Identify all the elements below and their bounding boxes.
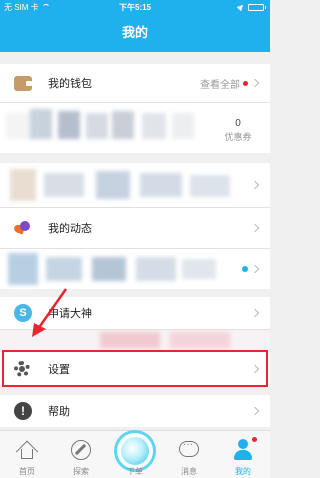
order-icon [117,433,153,469]
location-icon [236,2,246,12]
help-icon: ! [14,402,32,420]
chevron-right-icon [250,78,260,88]
blurred-region [10,169,36,201]
dynamics-icon [12,221,30,235]
notification-dot [252,437,257,442]
tab-label: 下单 [127,467,143,476]
help-row[interactable]: ! 帮助 [0,395,270,427]
battery-icon [248,3,266,11]
blurred-menu-row[interactable] [0,163,270,207]
coupon-label: 优惠券 [224,132,252,142]
wifi-icon [41,4,50,10]
carrier-text: 无 SIM 卡 [4,2,39,12]
blurred-region [190,175,230,197]
blurred-region [136,257,176,281]
page-title: 我的 [0,14,270,52]
tab-home[interactable]: 首页 [0,431,54,478]
blurred-menu-row[interactable] [0,249,270,289]
blurred-region [96,171,130,199]
chevron-right-icon [250,223,260,233]
blurred-region [172,113,194,139]
my-dynamics-label: 我的动态 [48,223,92,235]
blurred-region [86,113,108,139]
tab-bar: 首页 探索 下单 消息 我的 [0,430,270,478]
wallet-row[interactable]: 我的钱包 查看全部 [0,64,270,102]
tab-label: 首页 [19,467,35,476]
tab-label: 我的 [235,467,251,476]
profile-page: 无 SIM 卡 下午5:15 我的 我的钱包 查看全部 0 优惠券 我的动态 S… [0,0,270,478]
notification-dot [243,80,248,86]
status-time: 下午5:15 [118,2,151,12]
blurred-region [100,332,160,348]
tab-me[interactable]: 我的 [216,431,270,478]
chevron-right-icon [250,406,260,416]
help-label: 帮助 [48,406,70,418]
blurred-region [92,257,126,281]
chevron-right-icon [250,308,260,318]
blurred-region [140,173,182,197]
annotation-arrow [32,288,68,337]
blurred-region [182,259,216,279]
blurred-region [142,113,166,139]
blurred-region [170,332,230,348]
home-icon [15,440,39,464]
settings-highlight-box [2,350,268,387]
coupon-count: 0 [235,118,241,129]
blurred-region [112,111,134,139]
tab-label: 探索 [73,467,89,476]
tab-messages[interactable]: 消息 [162,431,216,478]
blurred-region [58,111,80,139]
blurred-region [30,109,52,139]
wallet-icon [14,75,32,91]
tab-label: 消息 [181,467,197,476]
chevron-right-icon [250,180,260,190]
profile-icon [234,439,252,461]
message-icon [179,439,199,457]
blurred-region [44,173,84,197]
my-dynamics-row[interactable]: 我的动态 [0,208,270,248]
blurred-region [8,253,38,285]
see-all-link[interactable]: 查看全部 [200,76,240,91]
compass-icon [71,440,91,460]
wallet-label: 我的钱包 [48,78,92,90]
tab-explore[interactable]: 探索 [54,431,108,478]
notification-dot [242,266,248,272]
chevron-right-icon [250,264,260,274]
blurred-region [46,257,82,281]
status-bar: 无 SIM 卡 下午5:15 [0,0,270,14]
tab-order[interactable]: 下单 [108,431,162,478]
